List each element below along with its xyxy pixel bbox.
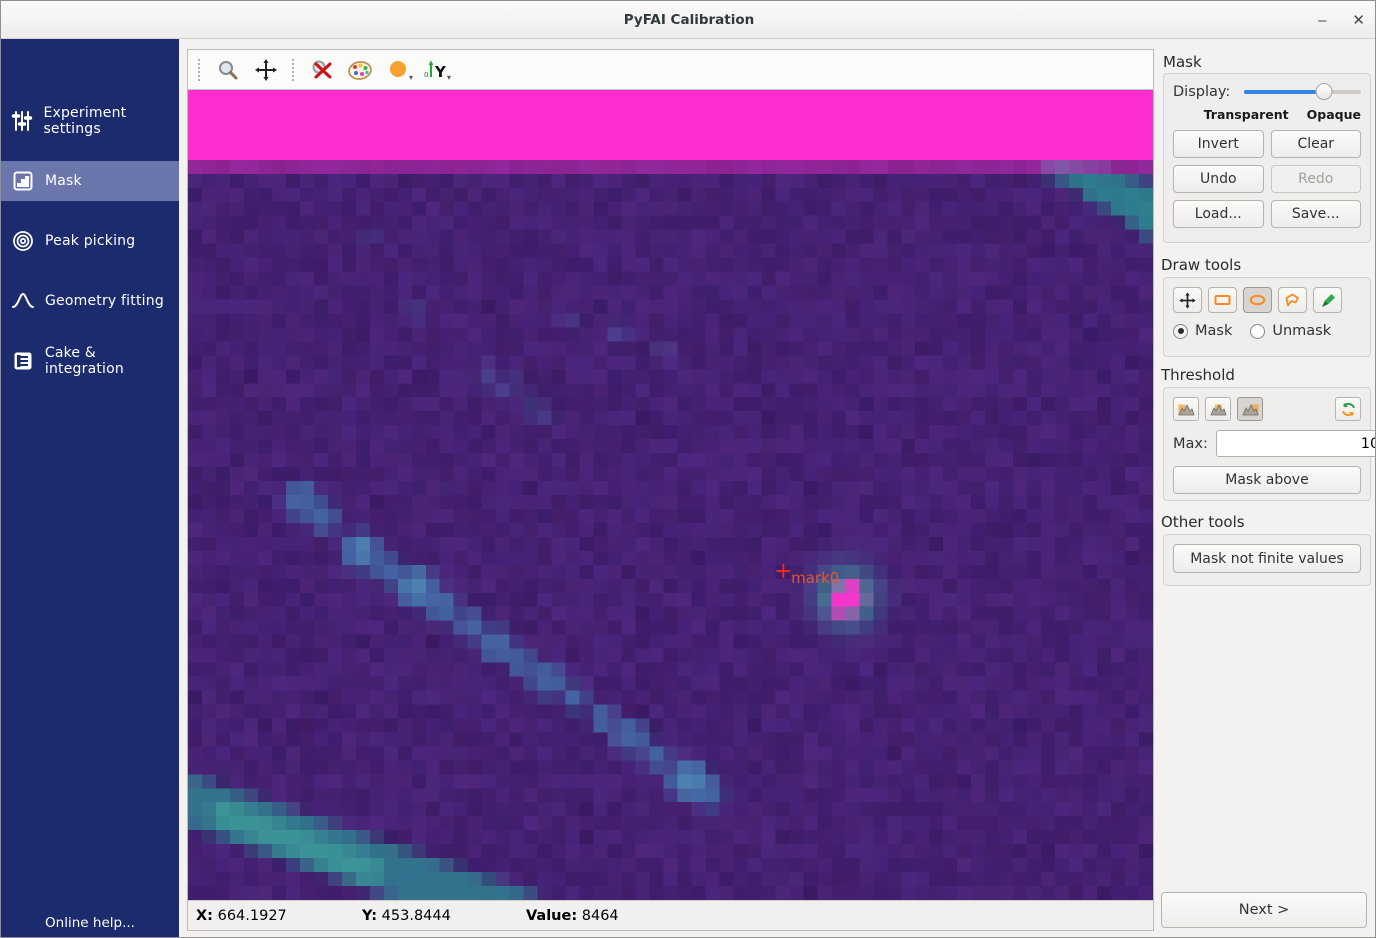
mask-color-button[interactable]: ▾ bbox=[382, 55, 414, 85]
radio-unselected-icon bbox=[1250, 324, 1265, 339]
refresh-icon bbox=[1340, 401, 1357, 418]
slider-fill bbox=[1244, 90, 1323, 94]
mask-between-threshold-button[interactable] bbox=[1205, 397, 1231, 421]
mask-above-button[interactable]: Mask above bbox=[1173, 466, 1361, 494]
threshold-title: Threshold bbox=[1161, 366, 1235, 384]
viewer-status-bar: X: 664.1927 Y: 453.8444 Value: 8464 bbox=[188, 900, 1153, 930]
clear-button[interactable]: Clear bbox=[1271, 130, 1362, 158]
rectangle-tool-button[interactable] bbox=[1208, 287, 1237, 313]
mask-not-finite-button[interactable]: Mask not finite values bbox=[1173, 544, 1361, 573]
next-button[interactable]: Next > bbox=[1161, 892, 1367, 928]
sliders-icon bbox=[11, 110, 33, 132]
mask-image-icon bbox=[11, 171, 35, 191]
unmask-radio[interactable]: Unmask bbox=[1250, 323, 1331, 339]
target-icon bbox=[11, 230, 35, 252]
slider-max-label: Opaque bbox=[1307, 107, 1361, 122]
svg-text:Y: Y bbox=[434, 63, 447, 81]
redo-button[interactable]: Redo bbox=[1271, 165, 1362, 193]
histogram-above-icon bbox=[1242, 403, 1259, 416]
max-label: Max: bbox=[1173, 436, 1208, 452]
colormap-button[interactable] bbox=[344, 55, 376, 85]
sidebar-item-label: Peak picking bbox=[45, 233, 135, 249]
status-value: Value: 8464 bbox=[526, 908, 619, 924]
histogram-between-icon bbox=[1210, 403, 1227, 416]
sidebar-item-mask[interactable]: Mask bbox=[1, 161, 179, 201]
reload-threshold-button[interactable] bbox=[1335, 397, 1361, 421]
magnifier-icon bbox=[216, 58, 240, 82]
mask-below-threshold-button[interactable] bbox=[1173, 397, 1199, 421]
mask-section-title: Mask bbox=[1163, 53, 1202, 71]
peak-marker-label: mark0 bbox=[791, 569, 839, 587]
slider-handle[interactable] bbox=[1315, 83, 1332, 100]
mask-group: Display: Transparent Opaque Invert Clear… bbox=[1163, 73, 1371, 243]
pencil-tool-button[interactable] bbox=[1313, 287, 1342, 313]
pyfai-calibration-window: PyFAI Calibration – ✕ Experiment setting… bbox=[0, 0, 1376, 938]
load-button[interactable]: Load... bbox=[1173, 200, 1264, 228]
titlebar: PyFAI Calibration – ✕ bbox=[1, 1, 1376, 39]
detector-canvas[interactable] bbox=[188, 90, 1153, 900]
polygon-tool-button[interactable] bbox=[1278, 287, 1307, 313]
zoom-tool-button[interactable] bbox=[212, 55, 244, 85]
peak-curve-icon bbox=[11, 291, 35, 311]
slider-min-label: Transparent bbox=[1204, 107, 1289, 122]
svg-text:0: 0 bbox=[424, 71, 428, 79]
image-viewer: ▾ 0Y ▾ + mark0 X: 664.1927 Y: 453.8444 V… bbox=[187, 49, 1154, 931]
mask-above-threshold-button[interactable] bbox=[1237, 397, 1263, 421]
undo-button[interactable]: Undo bbox=[1173, 165, 1264, 193]
status-x: X: 664.1927 bbox=[196, 908, 362, 924]
sidebar-item-label: Mask bbox=[45, 173, 82, 189]
polygon-icon bbox=[1283, 292, 1302, 308]
draw-tools-title: Draw tools bbox=[1161, 256, 1241, 274]
sidebar: Experiment settings Mask Peak picking Ge… bbox=[1, 39, 179, 938]
invert-button[interactable]: Invert bbox=[1173, 130, 1264, 158]
mask-opacity-slider[interactable] bbox=[1244, 83, 1361, 101]
palette-icon bbox=[347, 58, 373, 82]
sidebar-item-label: Cake & integration bbox=[45, 345, 179, 377]
draw-tools-group: Mask Unmask bbox=[1163, 277, 1371, 357]
axes-orientation-button[interactable]: 0Y ▾ bbox=[420, 55, 452, 85]
y-axis-icon: 0Y bbox=[423, 58, 449, 82]
threshold-group: Max: Mask above bbox=[1163, 387, 1371, 501]
detector-image-area[interactable]: + mark0 bbox=[188, 90, 1153, 900]
sidebar-item-label: Experiment settings bbox=[43, 105, 179, 137]
other-tools-group: Mask not finite values bbox=[1163, 534, 1371, 586]
max-threshold-input[interactable] bbox=[1216, 430, 1376, 457]
online-help-link[interactable]: Online help... bbox=[1, 915, 179, 931]
radio-selected-icon bbox=[1173, 324, 1188, 339]
unmask-radio-label: Unmask bbox=[1272, 323, 1331, 339]
sidebar-item-label: Geometry fitting bbox=[45, 293, 164, 309]
save-button[interactable]: Save... bbox=[1271, 200, 1362, 228]
mask-radio[interactable]: Mask bbox=[1173, 323, 1232, 339]
pencil-icon bbox=[1319, 292, 1337, 308]
zoom-reset-button[interactable] bbox=[306, 55, 338, 85]
status-y: Y: 453.8444 bbox=[362, 908, 526, 924]
pan-tool-button[interactable] bbox=[250, 55, 282, 85]
display-label: Display: bbox=[1173, 84, 1230, 100]
toolbar-drag-handle[interactable] bbox=[198, 59, 202, 81]
ellipse-icon bbox=[1248, 292, 1267, 308]
dropdown-caret-icon: ▾ bbox=[447, 73, 451, 82]
list-box-icon bbox=[11, 351, 35, 371]
toolbar-drag-handle[interactable] bbox=[292, 59, 296, 81]
rectangle-icon bbox=[1213, 292, 1232, 308]
minimize-button[interactable]: – bbox=[1318, 13, 1326, 28]
window-title: PyFAI Calibration bbox=[624, 12, 754, 28]
other-tools-title: Other tools bbox=[1161, 513, 1245, 531]
mask-color-circle-icon bbox=[387, 59, 409, 81]
ellipse-tool-button[interactable] bbox=[1243, 287, 1272, 313]
sidebar-item-peak-picking[interactable]: Peak picking bbox=[1, 211, 179, 271]
zoom-reset-icon bbox=[310, 58, 334, 82]
viewer-toolbar: ▾ 0Y ▾ bbox=[188, 50, 1153, 90]
histogram-below-icon bbox=[1178, 403, 1195, 416]
sidebar-item-experiment-settings[interactable]: Experiment settings bbox=[1, 91, 179, 151]
pan-arrows-icon bbox=[254, 58, 278, 82]
move-tool-button[interactable] bbox=[1173, 287, 1202, 313]
sidebar-item-geometry-fitting[interactable]: Geometry fitting bbox=[1, 271, 179, 331]
close-button[interactable]: ✕ bbox=[1352, 13, 1365, 28]
sidebar-item-cake-integration[interactable]: Cake & integration bbox=[1, 331, 179, 391]
dropdown-caret-icon: ▾ bbox=[409, 73, 413, 82]
move-arrows-icon bbox=[1179, 292, 1196, 309]
mask-radio-label: Mask bbox=[1195, 323, 1232, 339]
